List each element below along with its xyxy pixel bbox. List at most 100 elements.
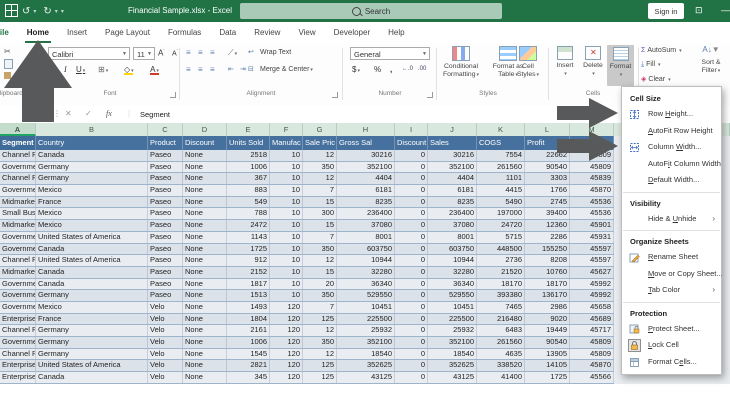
cell[interactable]: 367 bbox=[227, 173, 270, 185]
font-dialog-launcher-icon[interactable] bbox=[170, 92, 176, 98]
cell[interactable]: 10 bbox=[270, 266, 303, 278]
cell[interactable]: 4415 bbox=[477, 185, 525, 196]
cell[interactable]: 45870 bbox=[570, 185, 614, 196]
cell[interactable]: 32280 bbox=[337, 266, 395, 278]
menu-item-lock-cell[interactable]: Lock Cell bbox=[622, 337, 721, 354]
tab-formulas[interactable]: Formulas bbox=[159, 22, 210, 44]
fill-color-button[interactable]: ◇▾ bbox=[124, 65, 134, 75]
cell[interactable]: 352625 bbox=[337, 360, 395, 372]
cell[interactable]: 1817 bbox=[227, 278, 270, 290]
cell[interactable]: Paseo bbox=[148, 231, 183, 243]
cell[interactable]: 8001 bbox=[337, 231, 395, 243]
comma-style-button[interactable]: , bbox=[390, 65, 392, 74]
cell[interactable]: 120 bbox=[270, 360, 303, 372]
cell[interactable]: 39400 bbox=[525, 208, 570, 220]
merge-center-button[interactable]: Merge & Center▾ bbox=[260, 66, 313, 73]
cancel-entry-icon[interactable]: ✕ bbox=[65, 109, 72, 118]
cell[interactable]: 225500 bbox=[337, 313, 395, 325]
cell[interactable]: 1006 bbox=[227, 337, 270, 348]
column-header-F[interactable]: F bbox=[270, 123, 303, 136]
cell[interactable]: None bbox=[183, 173, 227, 185]
cell[interactable]: Velo bbox=[148, 372, 183, 383]
align-middle-icon[interactable]: ≡ bbox=[198, 48, 203, 57]
table-header-cell[interactable]: Discount bbox=[183, 136, 227, 150]
cell[interactable]: 352100 bbox=[428, 337, 477, 348]
column-header-I[interactable]: I bbox=[395, 123, 428, 136]
increase-decimal-icon[interactable]: ←.0 bbox=[402, 66, 413, 72]
cell[interactable]: 0 bbox=[395, 360, 428, 372]
number-dialog-launcher-icon[interactable] bbox=[427, 92, 433, 98]
cell[interactable]: 529550 bbox=[337, 290, 395, 301]
search-input[interactable]: Search bbox=[240, 3, 502, 19]
column-header-H[interactable]: H bbox=[337, 123, 395, 136]
cell[interactable]: Germany bbox=[36, 173, 148, 185]
cell[interactable]: 43125 bbox=[428, 372, 477, 383]
cell[interactable]: 45597 bbox=[570, 255, 614, 266]
tab-page-layout[interactable]: Page Layout bbox=[96, 22, 159, 44]
cell[interactable]: 352100 bbox=[428, 161, 477, 173]
cell[interactable]: 197000 bbox=[477, 208, 525, 220]
cell[interactable]: 90540 bbox=[525, 337, 570, 348]
cell[interactable]: 261560 bbox=[477, 161, 525, 173]
borders-button[interactable]: ⊞▾ bbox=[98, 65, 108, 74]
cell[interactable]: Paseo bbox=[148, 243, 183, 255]
column-header-M[interactable]: M bbox=[570, 123, 614, 136]
cell[interactable]: Canada bbox=[36, 372, 148, 383]
font-name-select[interactable]: Calibri ▼ bbox=[48, 47, 130, 60]
cell[interactable]: 45839 bbox=[570, 173, 614, 185]
cell[interactable]: 1804 bbox=[227, 313, 270, 325]
cell[interactable]: 45627 bbox=[570, 266, 614, 278]
cell[interactable]: Governme bbox=[0, 185, 36, 196]
cell[interactable]: None bbox=[183, 325, 227, 336]
cell[interactable]: None bbox=[183, 348, 227, 360]
cell[interactable]: 350 bbox=[303, 161, 337, 173]
cell[interactable]: 120 bbox=[270, 301, 303, 313]
copy-icon[interactable] bbox=[4, 59, 13, 69]
cell[interactable]: 448500 bbox=[477, 243, 525, 255]
cell[interactable]: None bbox=[183, 255, 227, 266]
cell[interactable]: None bbox=[183, 337, 227, 348]
formula-input[interactable]: Segment bbox=[140, 110, 170, 119]
cell[interactable]: Velo bbox=[148, 348, 183, 360]
cell[interactable]: 45992 bbox=[570, 278, 614, 290]
cell[interactable]: Governme bbox=[0, 243, 36, 255]
cell[interactable]: 0 bbox=[395, 208, 428, 220]
cell[interactable]: 45931 bbox=[570, 231, 614, 243]
cell[interactable]: Paseo bbox=[148, 150, 183, 161]
cell[interactable]: 0 bbox=[395, 161, 428, 173]
cell[interactable]: 12 bbox=[303, 255, 337, 266]
table-header-cell[interactable]: Gross Sal bbox=[337, 136, 395, 150]
menu-item-format-cells[interactable]: Format Cells... bbox=[622, 354, 721, 371]
cell[interactable]: United States of America bbox=[36, 255, 148, 266]
cell[interactable]: Enterprise bbox=[0, 313, 36, 325]
cell[interactable]: 6181 bbox=[428, 185, 477, 196]
cell[interactable]: 125 bbox=[303, 360, 337, 372]
table-header-cell[interactable]: Sales bbox=[428, 136, 477, 150]
cell[interactable]: Midmarke bbox=[0, 266, 36, 278]
cell[interactable]: 8235 bbox=[337, 196, 395, 208]
cell[interactable]: 90540 bbox=[525, 161, 570, 173]
redo-icon[interactable]: ↻ bbox=[43, 6, 51, 17]
table-header-cell[interactable]: Product bbox=[148, 136, 183, 150]
menu-item-column-width[interactable]: Column Width... bbox=[622, 139, 721, 156]
cell[interactable]: 25932 bbox=[337, 325, 395, 336]
cell[interactable]: Small Busi bbox=[0, 208, 36, 220]
percent-style-button[interactable]: % bbox=[374, 65, 381, 74]
cell[interactable]: 18540 bbox=[337, 348, 395, 360]
cell[interactable]: 7 bbox=[303, 301, 337, 313]
cell[interactable]: 10 bbox=[270, 290, 303, 301]
tab-view[interactable]: View bbox=[289, 22, 324, 44]
column-header-G[interactable]: G bbox=[303, 123, 337, 136]
cell[interactable]: 18170 bbox=[525, 278, 570, 290]
cell[interactable]: Paseo bbox=[148, 185, 183, 196]
cell[interactable]: 216480 bbox=[477, 313, 525, 325]
cell[interactable]: 12 bbox=[303, 325, 337, 336]
cell[interactable]: 13905 bbox=[525, 348, 570, 360]
table-header-cell[interactable]: Manufac bbox=[270, 136, 303, 150]
cell[interactable]: 1493 bbox=[227, 301, 270, 313]
cell[interactable]: 10451 bbox=[428, 301, 477, 313]
ribbon-display-options-icon[interactable]: ⊡ bbox=[695, 5, 703, 16]
bold-button[interactable]: B bbox=[52, 65, 57, 74]
cell[interactable]: 15 bbox=[303, 220, 337, 231]
cell[interactable]: Paseo bbox=[148, 196, 183, 208]
